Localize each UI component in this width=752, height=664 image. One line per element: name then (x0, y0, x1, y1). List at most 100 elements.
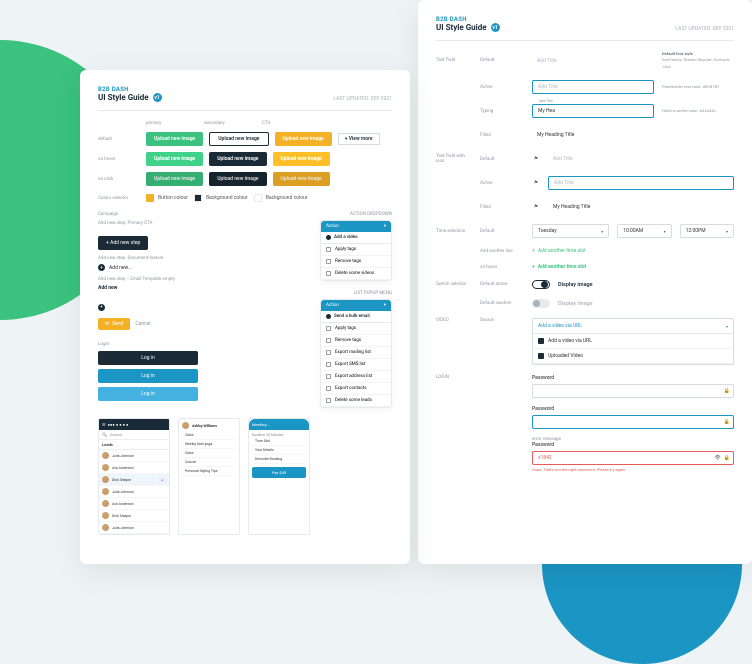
pay-button[interactable]: Pay $45 (252, 467, 306, 478)
export-icon (326, 374, 331, 379)
search-input[interactable]: 🔍Search (99, 430, 169, 440)
avatar (102, 500, 109, 507)
icon-field-active[interactable]: Add Title (548, 176, 734, 190)
video-option[interactable]: Uploaded Video (533, 349, 733, 364)
cancel-link[interactable]: Cancel (135, 321, 150, 327)
list-item[interactable]: Julia Johnson (99, 522, 169, 534)
password-field-active[interactable]: 🔒 (532, 415, 734, 429)
plus-circle-icon[interactable]: + (98, 304, 105, 311)
dropdown-item[interactable]: Apply tags (321, 323, 391, 335)
list-item[interactable]: Julia Johnson (99, 486, 169, 498)
video-option[interactable]: Add a video via URL (533, 334, 733, 349)
list-item[interactable]: Dick Shayne● (99, 474, 169, 486)
list-item[interactable]: Weekly 6am yoga (182, 440, 236, 449)
switch-toggle[interactable] (532, 299, 550, 308)
avatar (102, 452, 109, 459)
dropdown-item[interactable]: Delete some videos (321, 268, 391, 280)
section-label: LIST POPUP MENU (320, 291, 392, 296)
dropdown-header[interactable]: Action▾ (321, 300, 391, 311)
dropdown-header[interactable]: Action▾ (321, 221, 391, 232)
send-button[interactable]: ✉Send (98, 318, 130, 330)
day-select[interactable]: Tuesday▾ (532, 224, 609, 238)
dropdown-item[interactable]: Remove tags (321, 256, 391, 268)
swatch-button[interactable]: Button colour (146, 194, 188, 202)
view-more-button[interactable]: + View more (338, 133, 380, 145)
export-icon (326, 362, 331, 367)
state-label: Add another line (480, 249, 524, 254)
icon-field-filled[interactable]: My Heading Title (548, 200, 734, 214)
dropdown-item[interactable]: Remove tags (321, 335, 391, 347)
list-item[interactable]: Ava Anderson (99, 462, 169, 474)
switch-label: Display image (558, 282, 593, 288)
state-label: Default (480, 58, 524, 63)
section-label: Text Field with icon (436, 154, 472, 164)
list-item[interactable]: Personal Styling Tips (182, 467, 236, 476)
primary-button-hover[interactable]: Upload new image (146, 152, 203, 166)
cta-button-click[interactable]: Upload new image (273, 172, 330, 186)
switch-toggle[interactable] (532, 280, 550, 289)
list-item[interactable]: Class (182, 431, 236, 440)
list-item[interactable]: Describe Booking (252, 455, 306, 464)
dropdown-item[interactable]: Export contacts (321, 383, 391, 395)
avatar (102, 524, 109, 531)
text-field-default[interactable]: Add Title (532, 54, 654, 68)
swatch-bg2[interactable]: Background colour (254, 194, 308, 202)
icon-field-default[interactable]: Add Title (548, 152, 734, 166)
list-item[interactable]: Your Details (252, 446, 306, 455)
text-field-active[interactable]: Add Title (532, 80, 654, 94)
list-item[interactable]: Julia Johnson (99, 450, 169, 462)
secondary-button[interactable]: Upload new image (209, 132, 268, 146)
plus-circle-icon[interactable]: + (98, 264, 105, 271)
trash-icon (326, 398, 331, 403)
send-icon: ✉ (105, 321, 109, 327)
text-field-typing[interactable]: My Hea (532, 104, 654, 118)
add-time-link[interactable]: +Add another time slot (532, 248, 586, 254)
menu-icon[interactable]: ☰ (102, 422, 106, 427)
login-button[interactable]: Log in (98, 369, 198, 383)
state-label: on hover (480, 265, 524, 270)
list-item[interactable]: Class (182, 449, 236, 458)
eye-icon[interactable]: 👁 (714, 455, 720, 461)
dropdown-item[interactable]: Delete some leads (321, 395, 391, 407)
plus-circle-icon (326, 235, 331, 240)
video-select-header[interactable]: Add a video via URL▾ (533, 319, 733, 334)
swatch-bg[interactable]: Background colour (194, 194, 248, 202)
avatar (102, 512, 109, 519)
plus-icon: + (532, 248, 535, 254)
primary-button-click[interactable]: Upload new image (146, 172, 203, 186)
cta-button[interactable]: Upload new image (275, 132, 332, 146)
dropdown-item[interactable]: Export address list (321, 371, 391, 383)
time-from-select[interactable]: 10:00AM▾ (617, 224, 671, 238)
list-item[interactable]: Time Slot (252, 437, 306, 446)
time-to-select[interactable]: 12:00PM▾ (680, 224, 734, 238)
login-button[interactable]: Log in (98, 387, 198, 401)
dropdown-item[interactable]: Apply tags (321, 244, 391, 256)
error-message: Oops. That's not the right password. Ple… (532, 467, 734, 472)
login-button[interactable]: Log in (98, 351, 198, 365)
chevron-down-icon: ▾ (726, 229, 728, 234)
secondary-button-click[interactable]: Upload new image (209, 172, 266, 186)
brand: B2B DASH (436, 16, 500, 23)
text-field-filled[interactable]: My Heading Title (532, 128, 654, 142)
state-label: Filled (480, 133, 524, 138)
password-field-default[interactable]: 🔒 (532, 384, 734, 398)
secondary-button-hover[interactable]: Upload new image (209, 152, 266, 166)
dropdown-item[interactable]: Export mailing list (321, 347, 391, 359)
state-label: Default inactive (480, 301, 524, 306)
list-item[interactable]: Ava Anderson (99, 498, 169, 510)
dropdown-item[interactable]: Export SMS list (321, 359, 391, 371)
primary-button[interactable]: Upload new image (146, 132, 203, 146)
list-title: Leads (99, 440, 169, 450)
password-field-error[interactable]: z1842 👁🔒 (532, 451, 734, 465)
avatar (102, 476, 109, 483)
list-item[interactable]: Dick Shayne (99, 510, 169, 522)
add-step-button[interactable]: + Add new step (98, 236, 148, 250)
cta-button-hover[interactable]: Upload new image (273, 152, 330, 166)
state-label: Source (480, 318, 524, 323)
list-item[interactable]: Course (182, 458, 236, 467)
chevron-down-icon: ▾ (601, 229, 603, 234)
add-time-link-hover[interactable]: +Add another time slot (532, 264, 586, 270)
avatar (102, 464, 109, 471)
tag-icon (326, 338, 331, 343)
flag-icon: ⚑ (532, 204, 540, 210)
